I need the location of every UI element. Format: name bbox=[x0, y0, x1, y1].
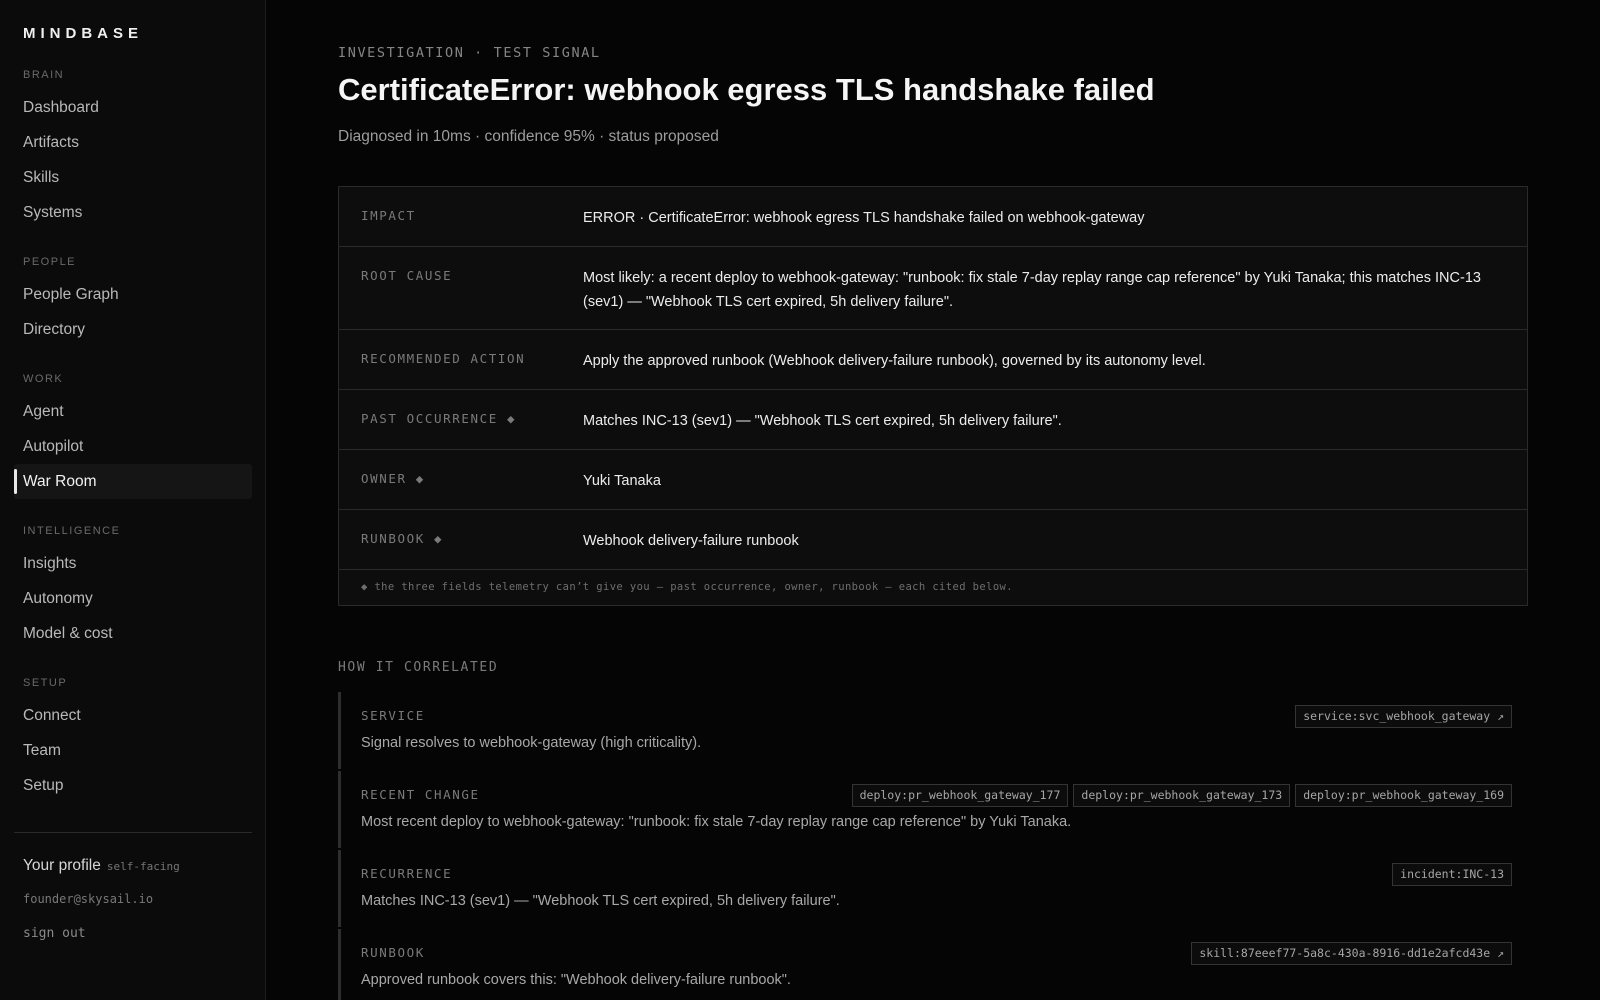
sidebar-item-artifacts[interactable]: Artifacts bbox=[14, 125, 252, 160]
nav-group-intelligence: INTELLIGENCE Insights Autonomy Model & c… bbox=[0, 523, 266, 651]
citation-chips: service:svc_webhook_gateway ↗ bbox=[1295, 705, 1512, 728]
summary-row-impact: IMPACT ERROR · CertificateError: webhook… bbox=[339, 187, 1527, 247]
summary-value: Apply the approved runbook (Webhook deli… bbox=[583, 353, 1206, 369]
sidebar-item-connect[interactable]: Connect bbox=[14, 698, 252, 733]
sidebar-item-insights[interactable]: Insights bbox=[14, 546, 252, 581]
citation-chip-service[interactable]: service:svc_webhook_gateway ↗ bbox=[1295, 705, 1512, 728]
summary-row-recommended-action: RECOMMENDED ACTION Apply the approved ru… bbox=[339, 330, 1527, 390]
correlation-item-recurrence: RECURRENCE incident:INC-13 Matches INC-1… bbox=[338, 850, 1512, 927]
summary-value: Matches INC-13 (sev1) — "Webhook TLS cer… bbox=[583, 413, 1062, 429]
sidebar-item-dashboard[interactable]: Dashboard bbox=[14, 90, 252, 125]
page-eyebrow: INVESTIGATION · TEST SIGNAL bbox=[338, 45, 601, 61]
brand-logo[interactable]: MINDBASE bbox=[23, 25, 143, 42]
citation-chips: deploy:pr_webhook_gateway_177 deploy:pr_… bbox=[851, 784, 1512, 807]
citation-chip-deploy[interactable]: deploy:pr_webhook_gateway_177 bbox=[851, 784, 1069, 807]
citation-chip-skill[interactable]: skill:87eeef77-5a8c-430a-8916-dd1e2afcd4… bbox=[1191, 942, 1512, 965]
sidebar-item-systems[interactable]: Systems bbox=[14, 195, 252, 230]
sign-out-link[interactable]: sign out bbox=[23, 926, 86, 941]
summary-key: IMPACT bbox=[361, 208, 416, 223]
profile-label: Your profile bbox=[23, 857, 101, 874]
citation-chips: incident:INC-13 bbox=[1392, 863, 1512, 886]
citation-chip-incident[interactable]: incident:INC-13 bbox=[1392, 863, 1512, 886]
correlation-text: Approved runbook covers this: "Webhook d… bbox=[361, 972, 791, 988]
nav-group-work: WORK Agent Autopilot War Room bbox=[0, 371, 266, 499]
correlation-label: RECENT CHANGE bbox=[361, 787, 480, 802]
sidebar-item-team[interactable]: Team bbox=[14, 733, 252, 768]
summary-row-owner: OWNER ◆ Yuki Tanaka bbox=[339, 450, 1527, 510]
correlation-text: Most recent deploy to webhook-gateway: "… bbox=[361, 814, 1072, 830]
summary-key: PAST OCCURRENCE ◆ bbox=[361, 411, 517, 426]
nav-heading-brain: BRAIN bbox=[23, 69, 65, 81]
correlation-text: Signal resolves to webhook-gateway (high… bbox=[361, 735, 702, 751]
profile-email: founder@skysail.io bbox=[23, 892, 154, 906]
nav-group-brain: BRAIN Dashboard Artifacts Skills Systems bbox=[0, 67, 266, 230]
sidebar-item-autopilot[interactable]: Autopilot bbox=[14, 429, 252, 464]
sidebar-item-people-graph[interactable]: People Graph bbox=[14, 277, 252, 312]
summary-value: Most likely: a recent deploy to webhook-… bbox=[583, 270, 1481, 310]
nav-group-setup: SETUP Connect Team Setup bbox=[0, 675, 266, 803]
correlation-label: RUNBOOK bbox=[361, 945, 425, 960]
sidebar-item-setup[interactable]: Setup bbox=[14, 768, 252, 803]
correlation-item-service: SERVICE service:svc_webhook_gateway ↗ Si… bbox=[338, 692, 1512, 769]
summary-value: Webhook delivery-failure runbook bbox=[583, 533, 799, 549]
summary-value: Yuki Tanaka bbox=[583, 473, 661, 489]
nav-heading-intelligence: INTELLIGENCE bbox=[23, 525, 121, 537]
correlation-item-recent-change: RECENT CHANGE deploy:pr_webhook_gateway_… bbox=[338, 771, 1512, 848]
sidebar-item-autonomy[interactable]: Autonomy bbox=[14, 581, 252, 616]
nav-heading-setup: SETUP bbox=[23, 677, 68, 689]
nav-group-people: PEOPLE People Graph Directory bbox=[0, 254, 266, 347]
sidebar-item-agent[interactable]: Agent bbox=[14, 394, 252, 429]
summary-key: OWNER ◆ bbox=[361, 471, 425, 486]
section-heading-correlation: HOW IT CORRELATED bbox=[338, 660, 499, 675]
diagnosis-summary-card: IMPACT ERROR · CertificateError: webhook… bbox=[338, 186, 1528, 606]
summary-key: RUNBOOK ◆ bbox=[361, 531, 444, 546]
sidebar-item-model-cost[interactable]: Model & cost bbox=[14, 616, 252, 651]
summary-key: ROOT CAUSE bbox=[361, 268, 453, 283]
summary-footnote: ◆ the three fields telemetry can’t give … bbox=[361, 581, 1013, 593]
profile-link[interactable]: Your profile self-facing bbox=[23, 857, 180, 875]
summary-row-runbook: RUNBOOK ◆ Webhook delivery-failure runbo… bbox=[339, 510, 1527, 570]
sidebar-item-skills[interactable]: Skills bbox=[14, 160, 252, 195]
sidebar-divider bbox=[14, 832, 252, 833]
summary-row-past-occurrence: PAST OCCURRENCE ◆ Matches INC-13 (sev1) … bbox=[339, 390, 1527, 450]
correlation-label: SERVICE bbox=[361, 708, 425, 723]
sidebar: MINDBASE BRAIN Dashboard Artifacts Skill… bbox=[0, 0, 266, 1000]
correlation-label: RECURRENCE bbox=[361, 866, 453, 881]
citation-chip-deploy[interactable]: deploy:pr_webhook_gateway_173 bbox=[1073, 784, 1291, 807]
page-subtitle: Diagnosed in 10ms · confidence 95% · sta… bbox=[338, 128, 719, 145]
nav-heading-people: PEOPLE bbox=[23, 256, 77, 268]
sidebar-item-war-room[interactable]: War Room bbox=[14, 464, 252, 499]
nav-heading-work: WORK bbox=[23, 373, 64, 385]
correlation-text: Matches INC-13 (sev1) — "Webhook TLS cer… bbox=[361, 893, 840, 909]
summary-value: ERROR · CertificateError: webhook egress… bbox=[583, 210, 1145, 226]
sidebar-item-directory[interactable]: Directory bbox=[14, 312, 252, 347]
citation-chips: skill:87eeef77-5a8c-430a-8916-dd1e2afcd4… bbox=[1191, 942, 1512, 965]
citation-chip-deploy[interactable]: deploy:pr_webhook_gateway_169 bbox=[1295, 784, 1512, 807]
summary-row-root-cause: ROOT CAUSE Most likely: a recent deploy … bbox=[339, 247, 1527, 330]
summary-key: RECOMMENDED ACTION bbox=[361, 351, 526, 366]
correlation-item-runbook: RUNBOOK skill:87eeef77-5a8c-430a-8916-dd… bbox=[338, 929, 1512, 1000]
page-title: CertificateError: webhook egress TLS han… bbox=[338, 72, 1155, 107]
profile-tag: self-facing bbox=[106, 860, 180, 873]
